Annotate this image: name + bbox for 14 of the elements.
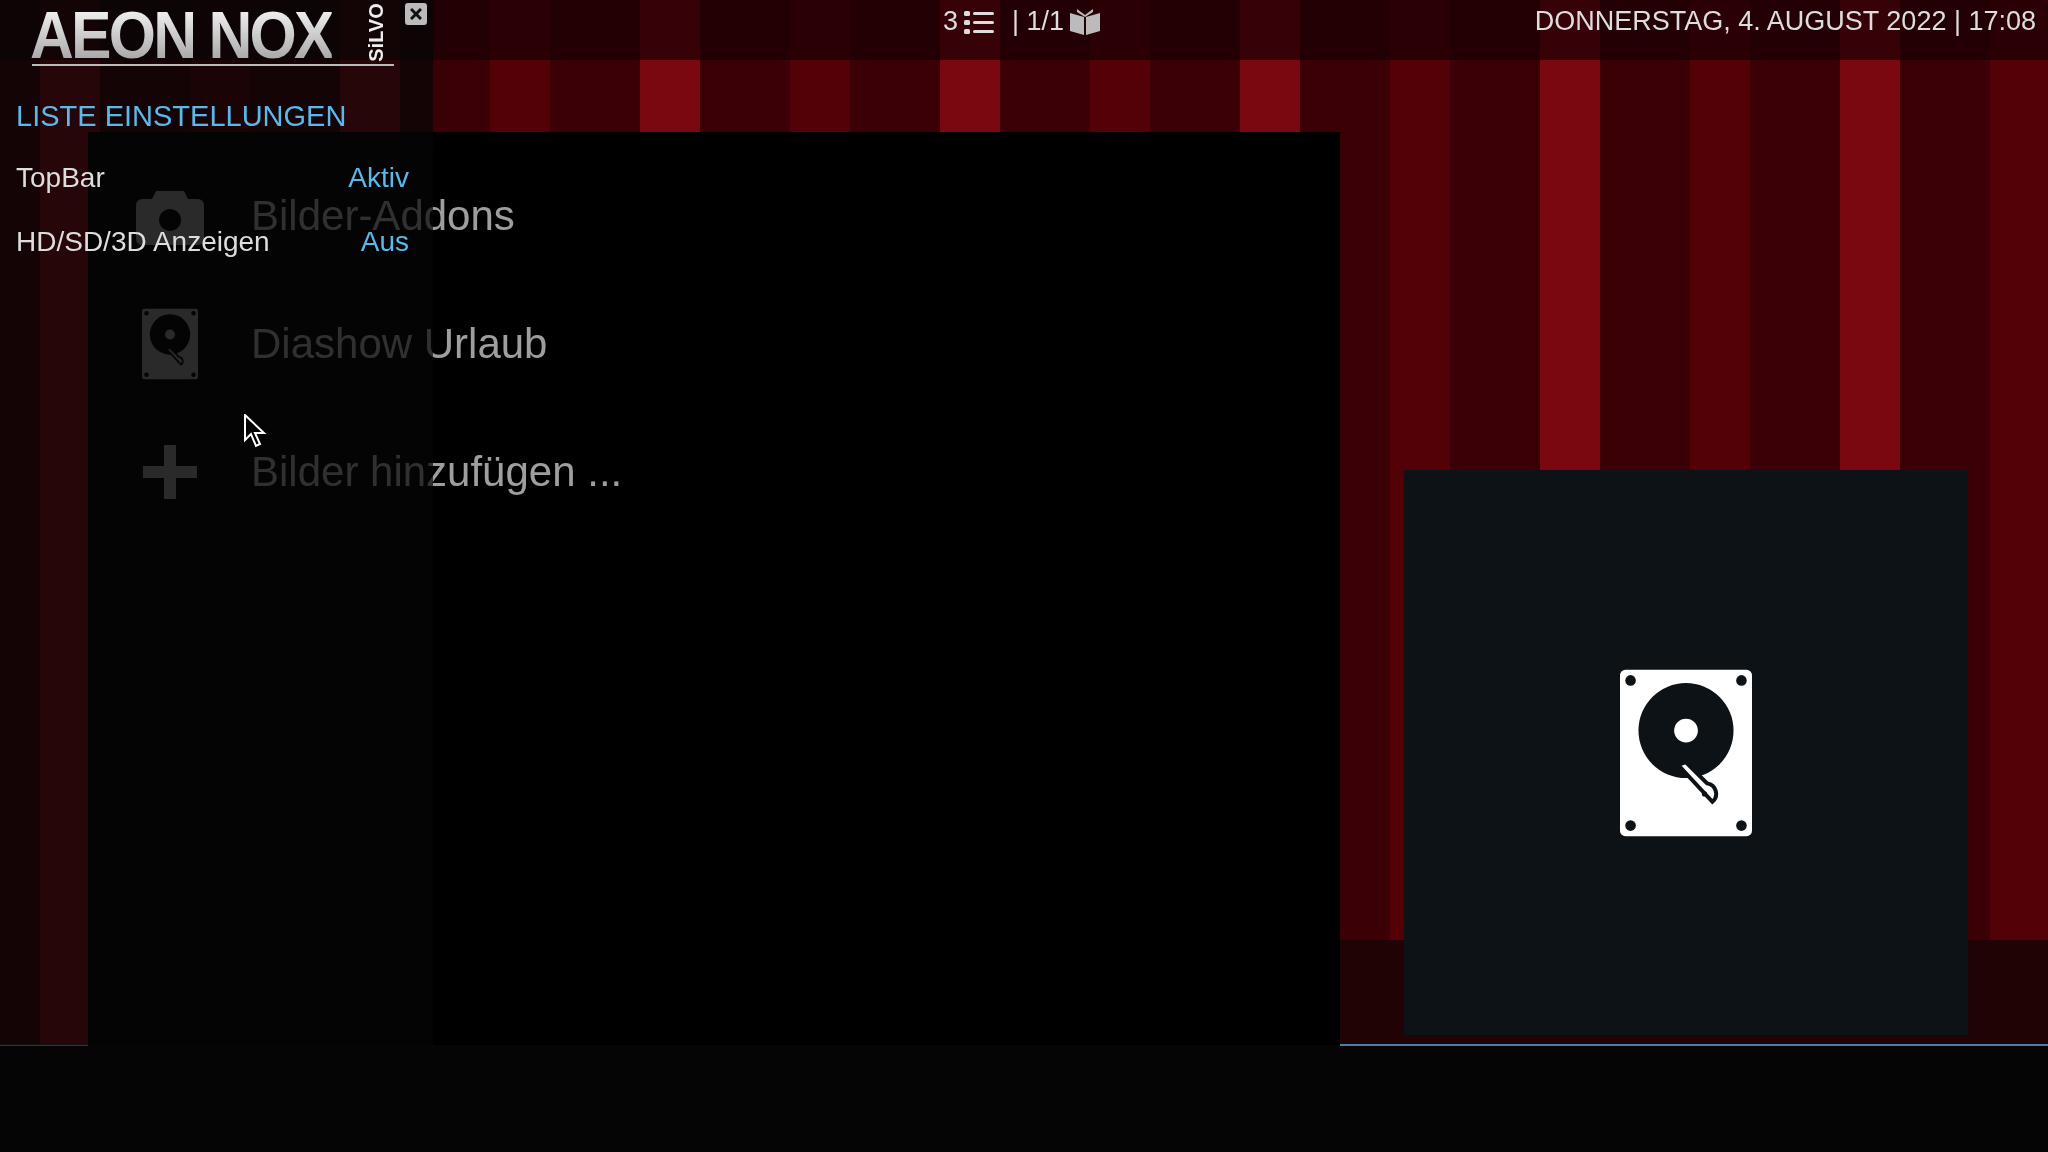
book-icon	[1070, 8, 1101, 35]
panel-title: LISTE EINSTELLUNGEN	[15, 99, 348, 134]
list-icon	[964, 9, 995, 34]
setting-value[interactable]: Aktiv	[348, 162, 409, 194]
close-button[interactable]	[405, 3, 427, 25]
logo-subtitle: SiLVO	[364, 2, 388, 62]
page-counter: | 1/1	[1012, 6, 1065, 37]
setting-value[interactable]: Aus	[360, 226, 409, 258]
setting-label[interactable]: TopBar	[16, 162, 105, 194]
date-time: DONNERSTAG, 4. AUGUST 2022 | 17:08	[1534, 6, 2036, 37]
mouse-cursor-icon	[244, 414, 268, 448]
setting-label[interactable]: HD/SD/3D Anzeigen	[16, 226, 270, 258]
item-count: 3	[943, 6, 959, 37]
close-icon	[410, 8, 422, 20]
